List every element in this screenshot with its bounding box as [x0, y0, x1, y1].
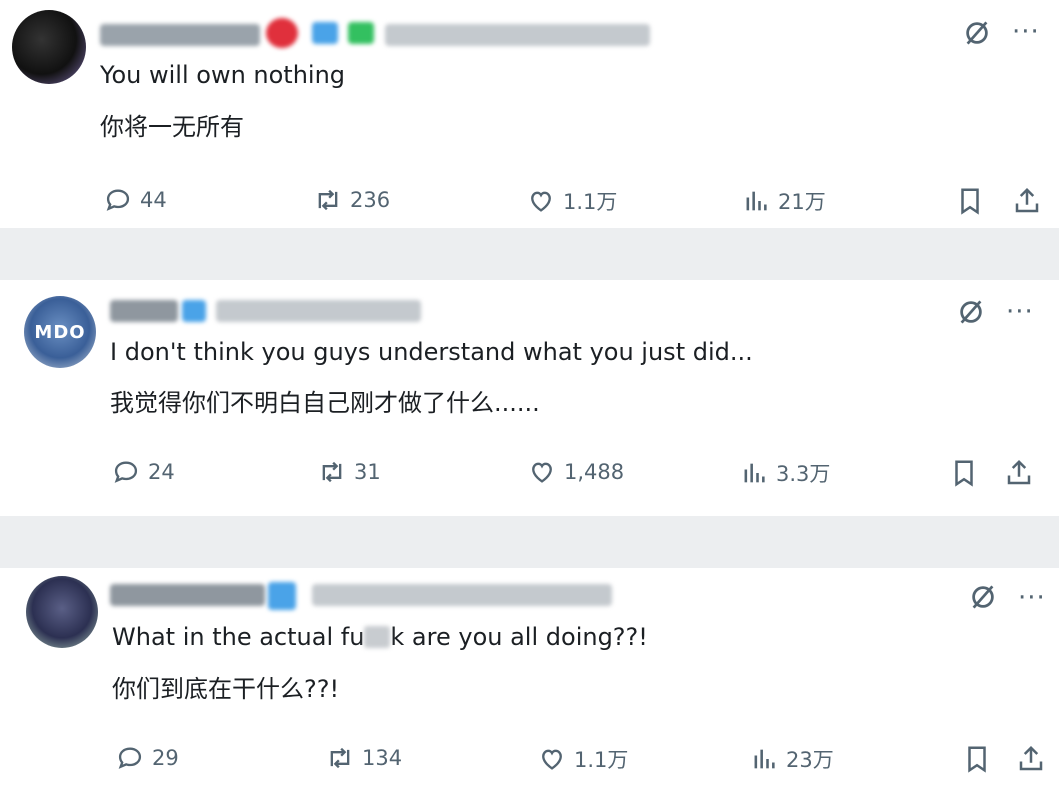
post-text-zh: 你将一无所有 [100, 113, 244, 141]
redacted-badge-blue [268, 582, 296, 610]
repost-count: 236 [350, 188, 391, 212]
like-count: 1.1万 [574, 748, 629, 772]
views-count: 23万 [786, 748, 834, 772]
repost-count: 134 [362, 746, 403, 770]
bookmark-icon[interactable] [955, 186, 985, 216]
share-icon[interactable] [1012, 186, 1042, 216]
views-count: 21万 [778, 190, 826, 214]
post-text-en-part-a: What in the actual fu [112, 623, 365, 651]
views-button[interactable]: 21万 [742, 186, 826, 216]
grok-icon[interactable] [962, 18, 992, 48]
divider [0, 228, 1059, 280]
grok-icon[interactable] [956, 297, 986, 327]
like-icon [532, 462, 552, 483]
reply-count: 44 [140, 188, 167, 212]
post-text-en: I don't think you guys understand what y… [110, 338, 753, 366]
views-button[interactable]: 23万 [750, 744, 834, 774]
more-options-button[interactable]: ··· [1006, 299, 1034, 325]
grok-icon[interactable] [968, 582, 998, 612]
avatar[interactable] [12, 10, 86, 84]
redacted-badge-red [266, 18, 298, 48]
post-2[interactable]: MDO ··· I don't think you guys understan… [0, 280, 1059, 516]
like-icon [542, 749, 562, 770]
repost-button[interactable]: 134 [326, 744, 402, 772]
redacted-username [110, 300, 178, 322]
redacted-badge-blue [182, 300, 206, 322]
repost-icon [322, 461, 342, 483]
post-text-en: You will own nothing [100, 61, 346, 89]
avatar-badge-text: MDO [34, 321, 86, 343]
reply-count: 24 [148, 460, 175, 484]
like-icon [531, 191, 551, 212]
repost-button[interactable]: 236 [314, 186, 390, 214]
reply-button[interactable]: 44 [104, 186, 167, 214]
divider [0, 516, 1059, 568]
like-button[interactable]: 1.1万 [527, 186, 617, 216]
redacted-handle [385, 24, 650, 46]
redacted-badge-blue [312, 22, 338, 44]
repost-icon [318, 189, 338, 211]
post-text-en-part-b: k are you all doing??! [390, 623, 648, 651]
redacted-handle [216, 300, 421, 322]
views-icon [746, 191, 767, 211]
avatar[interactable] [26, 576, 98, 648]
repost-count: 31 [354, 460, 381, 484]
repost-button[interactable]: 31 [318, 458, 381, 486]
avatar[interactable]: MDO [24, 296, 96, 368]
redacted-handle [312, 584, 612, 606]
views-icon [744, 463, 765, 483]
more-options-button[interactable]: ··· [1012, 19, 1040, 45]
post-text-zh: 你们到底在干什么??! [112, 675, 340, 703]
reply-button[interactable]: 29 [116, 744, 179, 772]
reply-icon [118, 747, 142, 769]
views-icon [754, 749, 775, 769]
share-icon[interactable] [1004, 458, 1034, 488]
redacted-username [100, 24, 260, 46]
more-options-button[interactable]: ··· [1018, 585, 1046, 611]
post-1[interactable]: ··· You will own nothing 你将一无所有 44 236 1… [0, 0, 1059, 228]
reply-icon [114, 461, 138, 483]
like-button[interactable]: 1.1万 [538, 744, 628, 774]
post-3[interactable]: ··· What in the actual fu k are you all d… [0, 568, 1059, 793]
redacted-username [110, 584, 265, 606]
censor-blur [364, 626, 391, 648]
like-count: 1.1万 [563, 190, 618, 214]
views-count: 3.3万 [776, 462, 831, 486]
like-count: 1,488 [564, 460, 625, 484]
post-text-zh: 我觉得你们不明白自己刚才做了什么...... [110, 389, 540, 417]
reply-button[interactable]: 24 [112, 458, 175, 486]
views-button[interactable]: 3.3万 [740, 458, 830, 488]
bookmark-icon[interactable] [949, 458, 979, 488]
repost-icon [330, 747, 350, 769]
bookmark-icon[interactable] [962, 744, 992, 774]
share-icon[interactable] [1016, 744, 1046, 774]
post-text-en: What in the actual fu k are you all doing… [112, 622, 648, 652]
redacted-badge-green [348, 22, 374, 44]
like-button[interactable]: 1,488 [528, 458, 624, 486]
reply-icon [106, 189, 130, 211]
reply-count: 29 [152, 746, 179, 770]
